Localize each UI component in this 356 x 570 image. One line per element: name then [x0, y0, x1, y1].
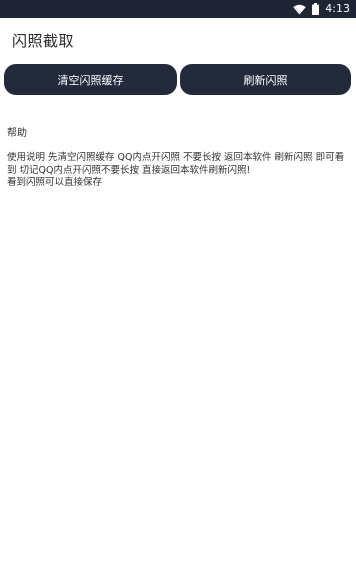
- wifi-icon: [293, 4, 306, 15]
- page-title: 闪照截取: [12, 31, 75, 50]
- clear-cache-button[interactable]: 清空闪照缓存: [4, 64, 177, 95]
- battery-icon: [312, 3, 320, 15]
- app-bar: 闪照截取: [0, 18, 356, 62]
- action-button-row: 清空闪照缓存 刷新闪照: [0, 62, 356, 98]
- refresh-button[interactable]: 刷新闪照: [180, 64, 351, 95]
- status-bar: 4:13: [0, 0, 356, 18]
- status-time: 4:13: [325, 2, 350, 15]
- help-text: 使用说明 先清空闪照缓存 QQ内点开闪照 不要长按 返回本软件 刷新闪照 即可看…: [7, 152, 345, 188]
- help-heading: 帮助: [7, 128, 27, 139]
